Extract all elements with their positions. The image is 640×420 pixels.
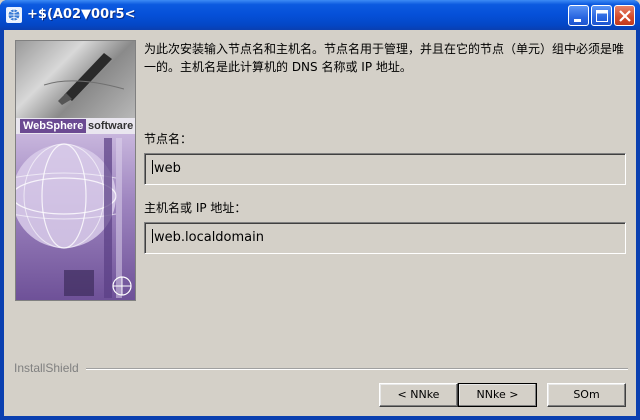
host-name-value: web.localdomain bbox=[154, 230, 264, 245]
footer-separator bbox=[86, 368, 628, 370]
brand-strip: WebSphere software bbox=[16, 118, 135, 134]
minimize-icon bbox=[574, 19, 581, 22]
close-button[interactable] bbox=[614, 5, 635, 26]
instructions-text: 为此次安装输入节点名和主机名。节点名用于管理，并且在它的节点（单元）组中必须是唯… bbox=[144, 40, 624, 76]
banner-globe-area bbox=[16, 134, 135, 300]
banner-photo bbox=[16, 41, 135, 118]
host-name-label: 主机名或 IP 地址： bbox=[144, 201, 247, 215]
back-button[interactable]: < NNke bbox=[379, 383, 458, 407]
cancel-button[interactable]: SOm bbox=[547, 383, 626, 407]
installshield-label: InstallShield bbox=[14, 361, 79, 375]
close-icon bbox=[619, 10, 631, 22]
minimize-button[interactable] bbox=[568, 5, 589, 26]
text-caret bbox=[152, 160, 153, 174]
node-name-value: web bbox=[154, 161, 181, 176]
maximize-button[interactable] bbox=[591, 5, 612, 26]
next-button[interactable]: NNke > bbox=[458, 383, 537, 407]
fountain-pen-illustration bbox=[44, 53, 124, 105]
brand-name: WebSphere bbox=[20, 119, 87, 133]
globe-icon bbox=[6, 7, 22, 23]
dialog-client-area: WebSphere software 为此次安装输入节点名和主机名。节点名用于管… bbox=[4, 30, 636, 416]
instructions-line-2: 一的。主机名是此计算机的 DNS 名称或 IP 地址。 bbox=[144, 60, 412, 74]
text-caret bbox=[152, 229, 153, 243]
window-title: +$(A02▼00r5< bbox=[27, 7, 136, 22]
window-bottom-border bbox=[0, 416, 640, 420]
title-bar[interactable]: +$(A02▼00r5< bbox=[0, 0, 640, 30]
instructions-line-1: 为此次安装输入节点名和主机名。节点名用于管理，并且在它的节点（单元）组中必须是唯 bbox=[144, 42, 625, 56]
brand-suffix: software bbox=[88, 120, 134, 132]
websphere-banner: WebSphere software bbox=[15, 40, 136, 301]
maximize-icon bbox=[596, 10, 608, 22]
node-name-label: 节点名： bbox=[144, 132, 193, 146]
node-name-input[interactable]: web bbox=[144, 153, 626, 185]
host-name-input[interactable]: web.localdomain bbox=[144, 222, 626, 254]
installer-window: +$(A02▼00r5< WebSphere software 为此次安装输入节… bbox=[0, 0, 640, 420]
globe-illustration bbox=[16, 138, 132, 298]
